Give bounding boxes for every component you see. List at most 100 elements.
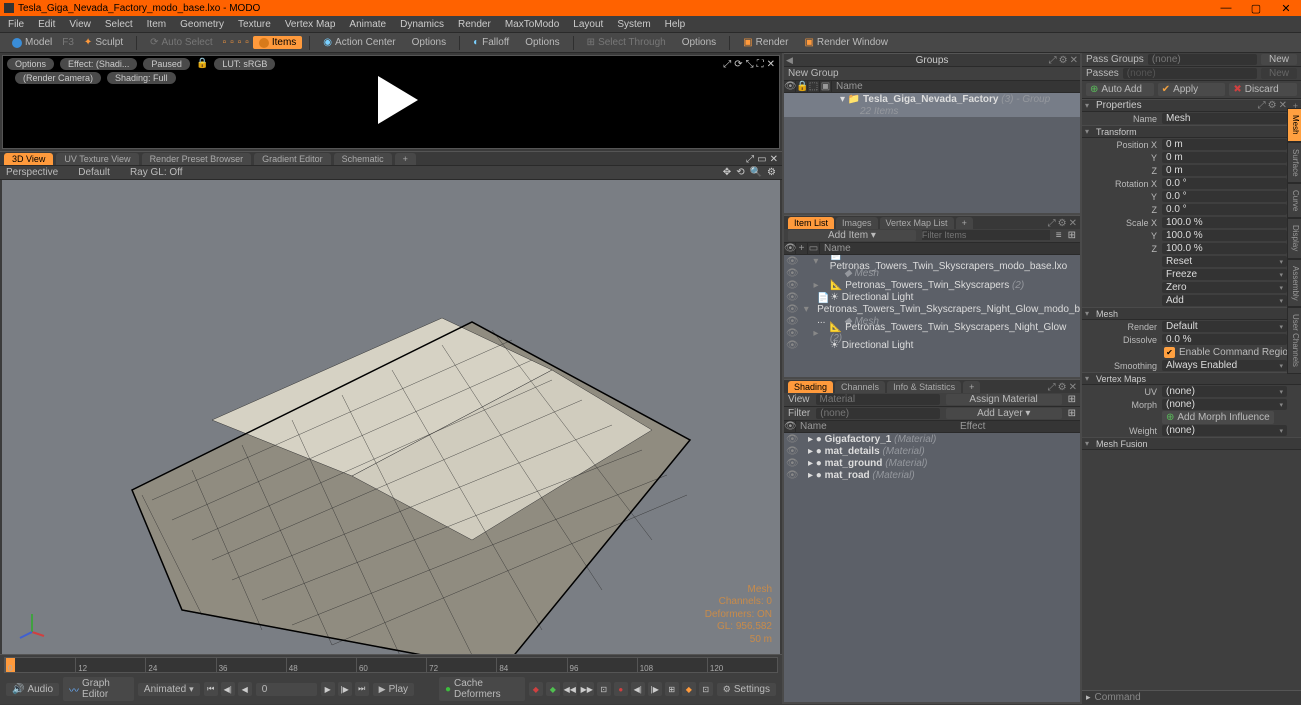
discard-btn[interactable]: ✖Discard bbox=[1229, 83, 1297, 96]
add-item-dropdown[interactable]: Add Item ▾ bbox=[788, 230, 916, 241]
passes-dd[interactable]: (none) bbox=[1123, 68, 1257, 79]
groups-vis-col-icon[interactable]: 👁 bbox=[784, 81, 796, 92]
tool-falloff[interactable]: ◐Falloff bbox=[467, 36, 515, 49]
freeze-dd[interactable]: Freeze bbox=[1162, 269, 1287, 280]
tl-next-icon[interactable]: ▶ bbox=[321, 682, 335, 696]
tl-audio[interactable]: 🔊Audio bbox=[6, 683, 59, 696]
preview-effect[interactable]: Effect: (Shadi... bbox=[60, 58, 137, 70]
tool-options-3[interactable]: Options bbox=[676, 36, 722, 49]
tl-key-g-icon[interactable]: ◆ bbox=[546, 682, 560, 696]
menu-edit[interactable]: Edit bbox=[38, 19, 55, 30]
menu-dynamics[interactable]: Dynamics bbox=[400, 19, 444, 30]
tab-images[interactable]: Images bbox=[836, 217, 878, 229]
vmaps-section[interactable]: Vertex Maps bbox=[1082, 372, 1301, 385]
enable-cmd-check[interactable]: ✔ bbox=[1164, 347, 1175, 358]
tab-gradient-editor[interactable]: Gradient Editor bbox=[254, 153, 331, 165]
preview-lut[interactable]: LUT: sRGB bbox=[214, 58, 275, 70]
tool-options-2[interactable]: Options bbox=[519, 36, 565, 49]
shading-icon1[interactable]: ⊞ bbox=[1068, 394, 1076, 405]
preview-play-icon[interactable] bbox=[378, 76, 418, 124]
item-list-row[interactable]: 👁▸📐 Petronas_Towers_Twin_Skyscrapers (2) bbox=[784, 279, 1080, 291]
axis-gizmo[interactable] bbox=[16, 608, 48, 640]
tl-misc7-icon[interactable]: ◆ bbox=[682, 682, 696, 696]
menu-select[interactable]: Select bbox=[105, 19, 133, 30]
rotation-x-field[interactable]: 0.0 ° bbox=[1162, 178, 1287, 189]
preview-expand-icon[interactable]: ⤡ bbox=[746, 59, 754, 70]
transform-section[interactable]: Transform bbox=[1082, 125, 1301, 138]
viewport-raygl[interactable]: Ray GL: Off bbox=[130, 167, 183, 178]
viewport-default[interactable]: Default bbox=[78, 167, 110, 178]
name-field[interactable]: Mesh bbox=[1162, 113, 1287, 124]
vp-rotate-icon[interactable]: ⟲ bbox=[736, 167, 744, 178]
shading-row[interactable]: 👁▸ ● Gigafactory_1 (Material) bbox=[784, 433, 1080, 445]
scale-y-field[interactable]: 100.0 % bbox=[1162, 230, 1287, 241]
tl-frame-field[interactable]: 0 bbox=[256, 683, 317, 696]
tab-add-itemlist[interactable]: + bbox=[956, 217, 973, 229]
side-tab-user-channels[interactable]: User Channels bbox=[1287, 307, 1301, 374]
tl-prev-icon[interactable]: ◀ bbox=[238, 682, 252, 696]
maximize-button[interactable]: ▢ bbox=[1241, 0, 1271, 16]
preview-shading[interactable]: Shading: Full bbox=[107, 72, 176, 84]
shading-list[interactable]: 👁▸ ● Gigafactory_1 (Material)👁▸ ● mat_de… bbox=[784, 433, 1080, 702]
rotation-y-field[interactable]: 0.0 ° bbox=[1162, 191, 1287, 202]
tl-misc2-icon[interactable]: ▶▶ bbox=[580, 682, 594, 696]
render-dd[interactable]: Default bbox=[1162, 321, 1287, 332]
itemlist-icon1[interactable]: ≡ bbox=[1056, 230, 1062, 241]
add-morph-btn[interactable]: ⊕Add Morph Influence bbox=[1162, 411, 1274, 424]
tool-select-through[interactable]: ⊞Select Through bbox=[581, 36, 672, 49]
side-tab-assembly[interactable]: Assembly bbox=[1287, 259, 1301, 308]
tl-next-key-icon[interactable]: |▶ bbox=[338, 682, 352, 696]
component-vertices-icon[interactable]: ▫ bbox=[223, 37, 227, 48]
tl-rec-icon[interactable]: ● bbox=[614, 682, 628, 696]
preview-options[interactable]: Options bbox=[7, 58, 54, 70]
tool-action-center[interactable]: ◉Action Center bbox=[317, 36, 401, 49]
tab-info-stats[interactable]: Info & Statistics bbox=[887, 381, 961, 393]
new-group-dropdown[interactable]: New Group bbox=[788, 68, 1076, 79]
tl-misc4-icon[interactable]: ◀| bbox=[631, 682, 645, 696]
viewport-max-icon[interactable]: ▭ bbox=[757, 154, 766, 165]
menu-help[interactable]: Help bbox=[665, 19, 686, 30]
viewport-close-icon[interactable]: ✕ bbox=[770, 154, 778, 165]
dissolve-field[interactable]: 0.0 % bbox=[1162, 334, 1287, 345]
il-color-col-icon[interactable]: ▭ bbox=[808, 243, 820, 254]
side-tab-curve[interactable]: Curve bbox=[1287, 183, 1301, 218]
tl-play[interactable]: ▶ Play bbox=[373, 683, 414, 696]
tl-settings[interactable]: ⚙ Settings bbox=[717, 683, 776, 696]
menu-geometry[interactable]: Geometry bbox=[180, 19, 224, 30]
preview-camera[interactable]: (Render Camera) bbox=[15, 72, 101, 84]
pass-new-btn[interactable]: New bbox=[1261, 54, 1297, 65]
pass-groups-dd[interactable]: (none) bbox=[1148, 54, 1257, 65]
tl-misc3-icon[interactable]: ⊡ bbox=[597, 682, 611, 696]
auto-add-btn[interactable]: ⊕Auto Add bbox=[1086, 83, 1154, 96]
tl-misc6-icon[interactable]: ⊞ bbox=[665, 682, 679, 696]
timeline-ruler[interactable]: 012 2436 4860 7284 96108 120 bbox=[4, 657, 778, 673]
menu-maxtomodo[interactable]: MaxToModo bbox=[505, 19, 559, 30]
groups-close-icon[interactable]: ✕ bbox=[1070, 55, 1078, 66]
position-z-field[interactable]: 0 m bbox=[1162, 165, 1287, 176]
menu-view[interactable]: View bbox=[69, 19, 91, 30]
smoothing-dd[interactable]: Always Enabled bbox=[1162, 360, 1287, 371]
tool-items[interactable]: Items bbox=[253, 36, 302, 49]
tl-misc5-icon[interactable]: |▶ bbox=[648, 682, 662, 696]
tl-first-icon[interactable]: ⏮ bbox=[204, 682, 218, 696]
item-list-row[interactable]: 👁▾📄 Petronas_Towers_Twin_Skyscrapers_mod… bbox=[784, 255, 1080, 267]
group-item[interactable]: ▾ 📁 Tesla_Giga_Nevada_Factory (3) - Grou… bbox=[784, 93, 1080, 105]
component-mats-icon[interactable]: ▫ bbox=[245, 37, 249, 48]
item-list-row[interactable]: 👁▾📄 Petronas_Towers_Twin_Skyscrapers_Nig… bbox=[784, 303, 1080, 315]
menu-vertexmap[interactable]: Vertex Map bbox=[285, 19, 336, 30]
tl-key-r-icon[interactable]: ◆ bbox=[529, 682, 543, 696]
tool-auto-select[interactable]: ⟳Auto Select bbox=[144, 36, 219, 49]
add-xform-dd[interactable]: Add bbox=[1162, 295, 1287, 306]
side-tab-display[interactable]: Display bbox=[1287, 218, 1301, 258]
properties-section[interactable]: Properties ⤢⚙✕ bbox=[1082, 99, 1301, 112]
sh-vis-col-icon[interactable]: 👁 bbox=[784, 421, 796, 432]
command-bar[interactable]: ▸ Command bbox=[1082, 690, 1301, 704]
vp-gear-icon[interactable]: ⚙ bbox=[767, 167, 776, 178]
tool-sculpt[interactable]: ✦Sculpt bbox=[78, 36, 129, 49]
tool-model[interactable]: Model bbox=[6, 36, 58, 49]
groups-detach-icon[interactable]: ⤢ bbox=[1049, 55, 1057, 66]
menu-file[interactable]: File bbox=[8, 19, 24, 30]
component-polys-icon[interactable]: ▫ bbox=[238, 37, 242, 48]
tab-render-preset[interactable]: Render Preset Browser bbox=[142, 153, 252, 165]
menu-texture[interactable]: Texture bbox=[238, 19, 271, 30]
